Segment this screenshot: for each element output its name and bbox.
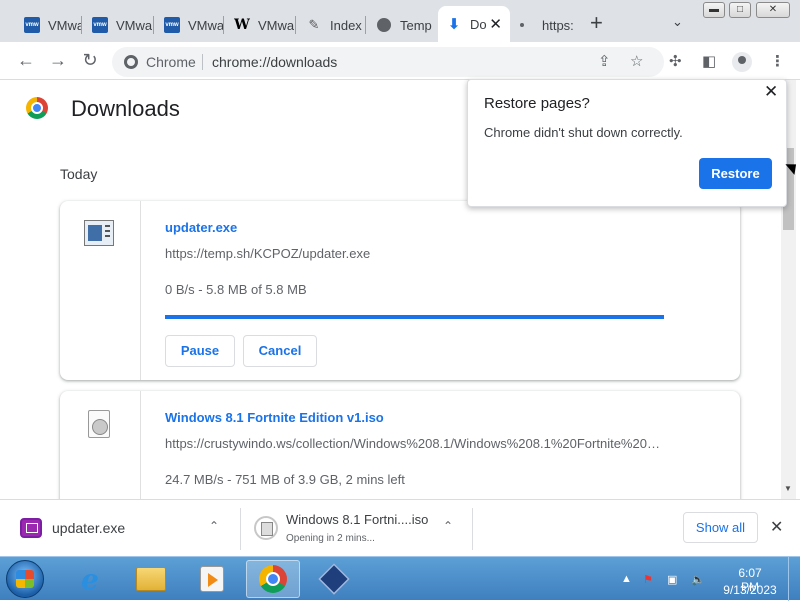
bookmark-star-icon[interactable]: ☆ <box>630 52 643 70</box>
download-icon: ⬇ <box>447 16 461 33</box>
volume-icon[interactable]: 🔈 <box>691 573 705 586</box>
download-url[interactable]: https://crustywindo.ws/collection/Window… <box>165 436 660 451</box>
tab-search-icon[interactable]: ⌄ <box>672 14 683 30</box>
tab-label: VMwa <box>116 17 153 33</box>
tab-wikipedia[interactable]: W VMwa <box>226 8 296 42</box>
maximize-button[interactable]: □ <box>729 2 751 18</box>
start-button[interactable] <box>6 560 44 598</box>
pause-button[interactable]: Pause <box>165 335 235 367</box>
tab-label: https: <box>542 17 574 33</box>
download-status: 24.7 MB/s - 751 MB of 3.9 GB, 2 mins lef… <box>165 472 405 487</box>
shelf-item-status: Opening in 2 mins... <box>286 533 375 544</box>
address-bar[interactable]: Chrome chrome://downloads <box>112 47 664 77</box>
tab-temp[interactable]: Temp <box>368 8 436 42</box>
tab-index[interactable]: ✎ Index <box>298 8 366 42</box>
chevron-up-icon[interactable]: ⌃ <box>209 519 219 533</box>
side-panel-icon[interactable]: ◧ <box>702 52 716 70</box>
cancel-button[interactable]: Cancel <box>243 335 317 367</box>
virtualbox-icon[interactable] <box>307 560 361 598</box>
exe-file-icon <box>20 518 42 538</box>
show-hidden-icons-icon[interactable]: ▲ <box>621 573 632 585</box>
dialog-message: Chrome didn't shut down correctly. <box>484 125 683 140</box>
download-filename-link[interactable]: updater.exe <box>165 220 237 235</box>
download-card: Windows 8.1 Fortnite Edition v1.iso http… <box>60 391 740 499</box>
download-status: 0 B/s - 5.8 MB of 5.8 MB <box>165 282 307 297</box>
menu-icon[interactable]: ⋮ <box>770 52 785 70</box>
wikipedia-icon: W <box>234 17 250 33</box>
chrome-logo-icon <box>26 97 48 119</box>
url-text[interactable]: chrome://downloads <box>212 54 337 70</box>
exe-file-icon <box>84 220 114 246</box>
show-all-button[interactable]: Show all <box>683 512 758 543</box>
forward-icon[interactable]: → <box>46 50 70 71</box>
download-filename-link[interactable]: Windows 8.1 Fortnite Edition v1.iso <box>165 410 384 425</box>
shelf-item-name[interactable]: updater.exe <box>52 520 125 536</box>
taskbar: e ▲ ⚑ ▣ 🔈 6:07 PM 9/13/2023 <box>0 556 800 601</box>
toolbar: ← → ↻ Chrome chrome://downloads ⇪ ☆ ✣ ◧ … <box>0 42 800 80</box>
action-center-flag-icon[interactable]: ⚑ <box>643 573 653 586</box>
back-icon[interactable]: ← <box>14 50 38 71</box>
tab-label: VMwa <box>188 17 224 33</box>
close-window-button[interactable]: ✕ <box>756 2 790 18</box>
file-explorer-icon[interactable] <box>124 560 178 598</box>
tab-vmware-2[interactable]: vmw VMwa <box>84 8 154 42</box>
tab-close-icon[interactable]: ✕ <box>489 15 502 33</box>
reload-icon[interactable]: ↻ <box>78 50 102 71</box>
close-icon[interactable]: ✕ <box>764 82 778 102</box>
scroll-down-arrow-icon[interactable]: ▼ <box>784 484 792 493</box>
tab-label: Index <box>330 17 362 33</box>
date-section-label: Today <box>60 166 98 182</box>
disc-image-file-icon <box>254 516 278 540</box>
network-icon[interactable]: ▣ <box>667 573 677 586</box>
tab-label: VMwa <box>258 17 295 33</box>
tab-loading[interactable]: https: <box>512 8 578 42</box>
extensions-icon[interactable]: ✣ <box>669 52 682 70</box>
new-tab-icon[interactable]: + <box>590 10 603 36</box>
minimize-button[interactable]: ▬ <box>703 2 725 18</box>
tab-vmware-1[interactable]: vmw VMwa <box>16 8 82 42</box>
close-shelf-icon[interactable]: ✕ <box>770 517 783 537</box>
download-progress-bar <box>165 315 664 319</box>
tab-label: VMwa <box>48 17 82 33</box>
loading-dot-icon <box>520 23 524 27</box>
clock-date[interactable]: 9/13/2023 <box>720 583 780 597</box>
media-player-icon[interactable] <box>185 560 239 598</box>
restore-button[interactable]: Restore <box>699 158 772 189</box>
page-title: Downloads <box>71 96 180 121</box>
vmware-icon: vmw <box>164 17 180 33</box>
download-progress-fill <box>165 315 664 319</box>
disc-image-file-icon <box>88 410 110 438</box>
show-desktop-button[interactable] <box>788 557 800 601</box>
download-shelf: updater.exe ⌃ Windows 8.1 Fortni....iso … <box>0 499 800 556</box>
internet-explorer-icon[interactable]: e <box>63 560 117 598</box>
restore-pages-dialog: Restore pages? Chrome didn't shut down c… <box>467 79 787 207</box>
site-label: Chrome <box>146 54 196 70</box>
tab-label: Temp <box>400 17 432 33</box>
tab-vmware-3[interactable]: vmw VMwa <box>156 8 224 42</box>
chrome-site-icon <box>124 55 138 69</box>
index-icon: ✎ <box>308 17 320 32</box>
chrome-icon[interactable] <box>246 560 300 598</box>
chevron-up-icon[interactable]: ⌃ <box>443 519 453 533</box>
globe-icon <box>376 17 392 33</box>
vmware-icon: vmw <box>24 17 40 33</box>
tab-downloads[interactable]: ⬇ Do ✕ <box>438 6 510 42</box>
shelf-item-name[interactable]: Windows 8.1 Fortni....iso <box>286 512 428 527</box>
profile-avatar[interactable] <box>732 52 752 72</box>
tab-label: Do <box>470 16 487 32</box>
download-url[interactable]: https://temp.sh/KCPOZ/updater.exe <box>165 246 370 261</box>
share-icon[interactable]: ⇪ <box>598 52 611 70</box>
vmware-icon: vmw <box>92 17 108 33</box>
dialog-title: Restore pages? <box>484 95 590 112</box>
tab-strip: vmw VMwa vmw VMwa vmw VMwa W VMwa ✎ Inde… <box>0 0 800 42</box>
download-card: updater.exe https://temp.sh/KCPOZ/update… <box>60 201 740 380</box>
